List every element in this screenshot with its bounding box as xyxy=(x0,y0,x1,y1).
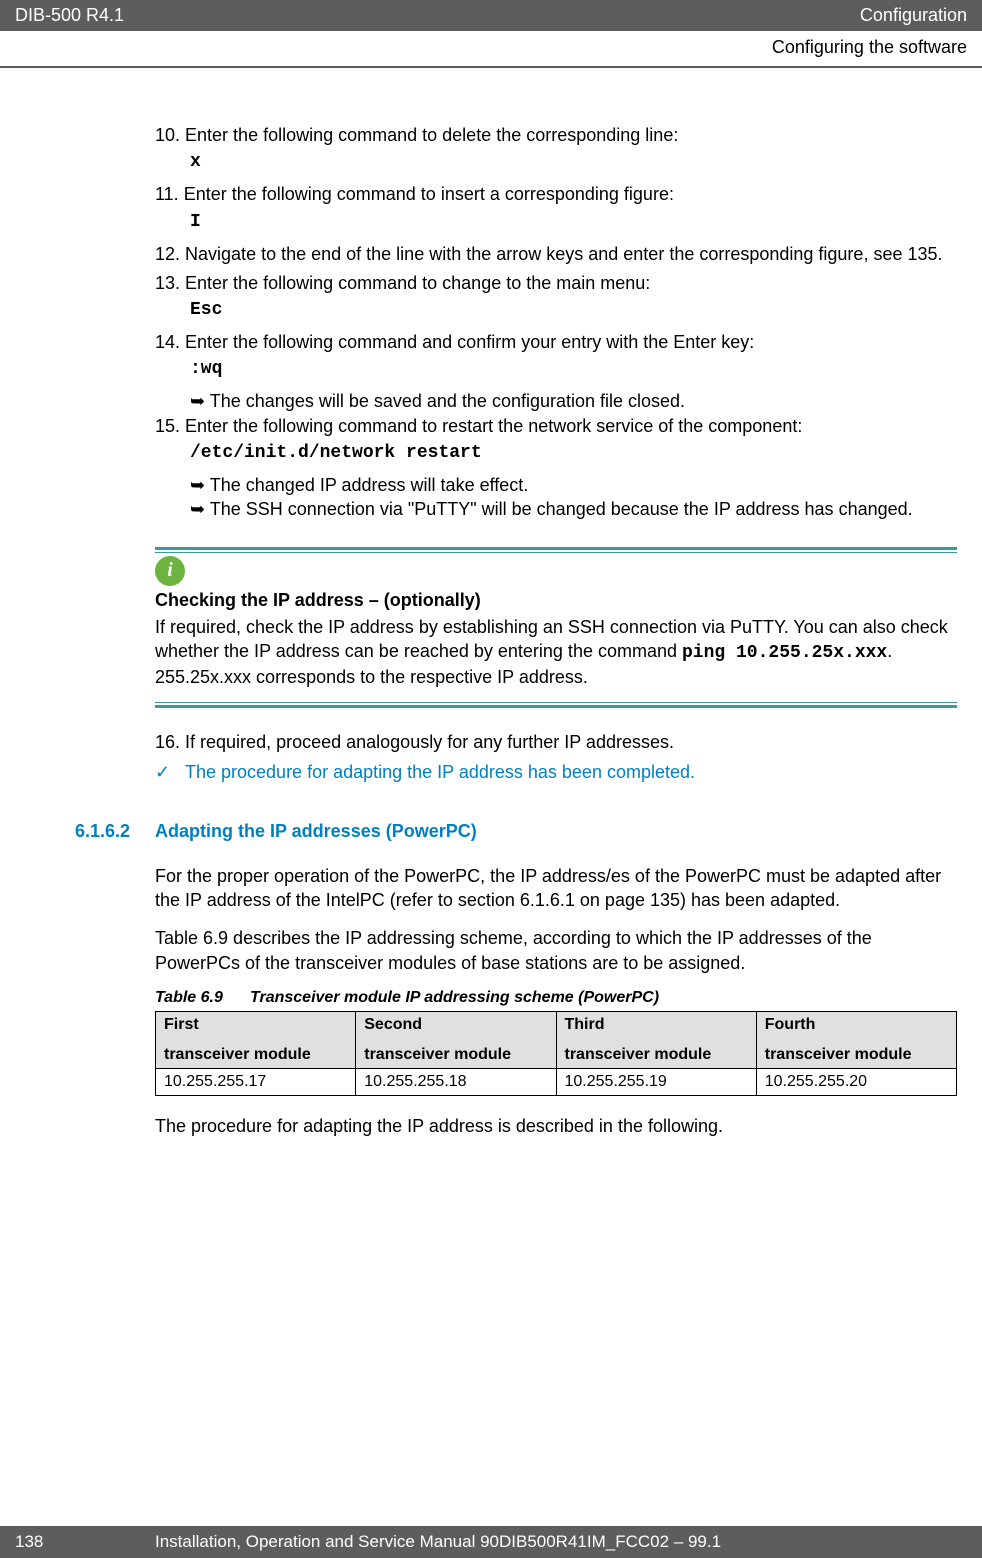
table-cell-2: 10.255.255.18 xyxy=(356,1069,556,1096)
table-header-3: Thirdtransceiver module xyxy=(556,1012,756,1069)
step-14: 14. Enter the following command and conf… xyxy=(155,330,957,354)
table-row: 10.255.255.17 10.255.255.18 10.255.255.1… xyxy=(156,1069,957,1096)
step-13-text: Enter the following command to change to… xyxy=(185,273,650,293)
step-16: 16. If required, proceed analogously for… xyxy=(155,730,957,754)
code-13: Esc xyxy=(190,300,957,320)
info-icon: i xyxy=(155,556,185,586)
page-footer: 138 Installation, Operation and Service … xyxy=(0,1526,982,1558)
table-cell-3: 10.255.255.19 xyxy=(556,1069,756,1096)
step-10-text: Enter the following command to delete th… xyxy=(185,125,678,145)
step-15-text: Enter the following command to restart t… xyxy=(185,416,802,436)
paragraph-3: The procedure for adapting the IP addres… xyxy=(155,1114,957,1138)
step-15: 15. Enter the following command to resta… xyxy=(155,414,957,438)
step-10: 10. Enter the following command to delet… xyxy=(155,123,957,147)
paragraph-1: For the proper operation of the PowerPC,… xyxy=(155,864,957,913)
info-body: If required, check the IP address by est… xyxy=(155,615,957,690)
check-text: The procedure for adapting the IP addres… xyxy=(185,762,695,782)
table-caption: Table 6.9Transceiver module IP addressin… xyxy=(155,989,957,1007)
page-header: DIB-500 R4.1 Configuration xyxy=(0,0,982,31)
code-14: :wq xyxy=(190,359,957,379)
table-header-1: Firsttransceiver module xyxy=(156,1012,356,1069)
step-12-text: Navigate to the end of the line with the… xyxy=(185,244,942,264)
table-header-2: Secondtransceiver module xyxy=(356,1012,556,1069)
ip-table: Firsttransceiver module Secondtransceive… xyxy=(155,1011,957,1096)
code-10: x xyxy=(190,152,957,172)
step-15-result-2: ➥ The SSH connection via "PuTTY" will be… xyxy=(210,497,957,521)
table-caption-text: Transceiver module IP addressing scheme … xyxy=(250,989,659,1006)
code-11: I xyxy=(190,212,957,232)
step-12: 12. Navigate to the end of the line with… xyxy=(155,242,957,266)
info-body-code: ping 10.255.25x.xxx xyxy=(682,643,887,663)
section-title: Adapting the IP addresses (PowerPC) xyxy=(155,821,477,841)
subheader: Configuring the software xyxy=(0,31,982,68)
section-heading: 6.1.6.2Adapting the IP addresses (PowerP… xyxy=(75,821,957,842)
step-14-text: Enter the following command and confirm … xyxy=(185,332,754,352)
page-number: 138 xyxy=(15,1532,155,1552)
code-15: /etc/init.d/network restart xyxy=(190,443,957,463)
step-11-text: Enter the following command to insert a … xyxy=(184,184,674,204)
check-icon: ✓ xyxy=(155,762,185,783)
step-11: 11. Enter the following command to inser… xyxy=(155,182,957,206)
paragraph-2: Table 6.9 describes the IP addressing sc… xyxy=(155,926,957,975)
table-header-row: Firsttransceiver module Secondtransceive… xyxy=(156,1012,957,1069)
table-header-4: Fourthtransceiver module xyxy=(756,1012,956,1069)
main-content: 10. Enter the following command to delet… xyxy=(155,123,957,1138)
header-right: Configuration xyxy=(860,5,967,26)
completion-check: ✓The procedure for adapting the IP addre… xyxy=(155,762,957,783)
info-title: Checking the IP address – (optionally) xyxy=(155,590,957,611)
step-15-result-1: ➥ The changed IP address will take effec… xyxy=(210,473,957,497)
footer-text: Installation, Operation and Service Manu… xyxy=(155,1532,721,1552)
step-14-result: ➥ The changes will be saved and the conf… xyxy=(210,389,957,413)
table-cell-1: 10.255.255.17 xyxy=(156,1069,356,1096)
table-cell-4: 10.255.255.20 xyxy=(756,1069,956,1096)
step-13: 13. Enter the following command to chang… xyxy=(155,271,957,295)
step-16-text: If required, proceed analogously for any… xyxy=(185,732,674,752)
table-number: Table 6.9 xyxy=(155,989,250,1007)
section-number: 6.1.6.2 xyxy=(75,821,155,842)
info-bar-bottom xyxy=(155,702,957,708)
header-left: DIB-500 R4.1 xyxy=(15,5,124,26)
info-bar-top xyxy=(155,547,957,553)
